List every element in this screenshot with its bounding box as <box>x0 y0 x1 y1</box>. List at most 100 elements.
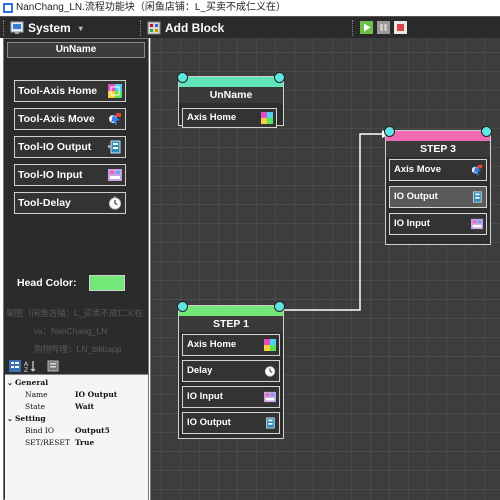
system-icon <box>10 21 24 34</box>
property-row[interactable]: Name IO Output <box>5 389 148 401</box>
delay-icon <box>109 196 121 210</box>
output-port[interactable] <box>481 126 492 137</box>
block-item-label: Axis Home <box>187 112 237 123</box>
block-item-label: Axis Move <box>394 164 441 175</box>
block-item-label: Axis Home <box>187 339 237 350</box>
app-icon <box>3 3 13 13</box>
head-color-picker[interactable] <box>89 275 125 291</box>
chevron-down-icon: ⌄ <box>7 414 13 423</box>
run-icon[interactable] <box>360 21 373 34</box>
output-port[interactable] <box>274 72 285 83</box>
io-input-icon <box>108 169 122 181</box>
block-item-axis-move[interactable]: Axis Move <box>389 159 487 181</box>
io-input-icon <box>264 391 276 403</box>
watermark-text: 架图（闲鱼店铺：L_买卖不成仁义在 <box>6 308 143 318</box>
svg-text:Z: Z <box>24 367 28 372</box>
tool-io-input-button[interactable]: Tool-IO Input <box>14 164 126 186</box>
toolbar-grip[interactable] <box>352 20 354 36</box>
axis-home-icon <box>261 112 273 124</box>
flow-canvas[interactable]: UnName Axis Home STEP 3 Axis Move IO Out… <box>150 38 500 500</box>
stop-icon[interactable] <box>394 21 407 34</box>
tool-label: Tool-Delay <box>18 197 71 209</box>
property-category-setting[interactable]: ⌄ Setting <box>5 413 148 425</box>
io-output-icon <box>473 191 482 203</box>
categorized-view-icon[interactable] <box>9 360 21 372</box>
system-menu[interactable]: System ▾ <box>10 19 83 37</box>
window-title: NanChang_LN.流程功能块（闲鱼店铺：L_买卖不成仁义在） <box>16 2 287 13</box>
pause-icon[interactable] <box>377 21 390 34</box>
block-title: UnName <box>179 87 283 103</box>
category-label: Setting <box>15 414 46 423</box>
flow-block-unname[interactable]: UnName Axis Home <box>177 72 285 128</box>
main-toolbar: System ▾ Add Block <box>0 16 500 38</box>
block-title: STEP 3 <box>386 141 490 157</box>
tool-panel: UnName Tool-Axis Home Tool-Axis Move Too… <box>3 38 149 500</box>
input-port[interactable] <box>384 126 395 137</box>
tool-label: Tool-IO Input <box>18 169 83 181</box>
block-item-io-input[interactable]: IO Input <box>182 386 280 408</box>
block-head <box>179 77 283 87</box>
block-item-label: IO Output <box>394 191 438 202</box>
add-block-label: Add Block <box>165 21 225 35</box>
chevron-down-icon: ▾ <box>78 23 83 33</box>
toolbar-grip[interactable] <box>3 20 5 36</box>
watermark-text: vx：NanChang_LN <box>34 326 108 336</box>
tool-axis-move-button[interactable]: Tool-Axis Move <box>14 108 126 130</box>
block-head <box>386 131 490 141</box>
delay-icon <box>264 366 276 377</box>
output-port[interactable] <box>274 301 285 312</box>
property-value: IO Output <box>75 390 118 399</box>
block-item-axis-home[interactable]: Axis Home <box>182 334 280 356</box>
input-port[interactable] <box>177 72 188 83</box>
axis-home-icon <box>264 339 276 351</box>
tool-io-output-button[interactable]: Tool-IO Output <box>14 136 126 158</box>
add-block-button[interactable]: Add Block <box>147 19 224 37</box>
window-titlebar: NanChang_LN.流程功能块（闲鱼店铺：L_买卖不成仁义在） <box>0 0 500 16</box>
tool-label: Tool-IO Output <box>18 141 92 153</box>
chevron-down-icon: ⌄ <box>7 378 13 387</box>
property-key: Bind IO <box>25 426 55 435</box>
tool-axis-home-button[interactable]: Tool-Axis Home <box>14 80 126 102</box>
tool-label: Tool-Axis Home <box>18 85 98 97</box>
block-item-io-output[interactable]: IO Output <box>389 186 487 208</box>
flow-block-step-3[interactable]: STEP 3 Axis Move IO Output IO Input <box>384 126 492 245</box>
tool-label: Tool-Axis Move <box>18 113 95 125</box>
property-row[interactable]: State Wait <box>5 401 148 413</box>
axis-home-icon <box>108 84 122 98</box>
property-value: Output5 <box>75 426 110 435</box>
block-head <box>179 306 283 316</box>
property-toolbar: A Z <box>7 359 145 373</box>
toolbar-grip[interactable] <box>140 20 142 36</box>
block-item-io-input[interactable]: IO Input <box>389 213 487 235</box>
property-key: State <box>25 402 46 411</box>
io-output-icon <box>108 140 121 154</box>
add-block-icon <box>147 21 161 35</box>
block-title: STEP 1 <box>179 316 283 332</box>
flow-block-step-1[interactable]: STEP 1 Axis Home Delay IO Input IO Outpu… <box>177 301 285 439</box>
block-item-label: IO Output <box>187 417 231 428</box>
io-output-icon <box>266 417 275 429</box>
property-row[interactable]: SET/RESET True <box>5 437 148 449</box>
panel-header: UnName <box>7 42 145 58</box>
property-value: Wait <box>75 402 94 411</box>
property-key: Name <box>25 390 48 399</box>
io-input-icon <box>471 218 483 230</box>
tool-delay-button[interactable]: Tool-Delay <box>14 192 126 214</box>
property-row[interactable]: Bind IO Output5 <box>5 425 148 437</box>
block-item-axis-home[interactable]: Axis Home <box>182 108 277 128</box>
property-grid: ⌄ General Name IO Output State Wait ⌄ Se… <box>5 374 148 500</box>
head-color-label: Head Color: <box>17 277 77 289</box>
watermark-text: 购物哔哩：LN_bilibapp <box>34 344 122 354</box>
block-item-label: IO Input <box>187 391 223 402</box>
block-item-io-output[interactable]: IO Output <box>182 412 280 434</box>
sort-alpha-icon[interactable]: A Z <box>24 360 36 372</box>
property-category-general[interactable]: ⌄ General <box>5 377 148 389</box>
input-port[interactable] <box>177 301 188 312</box>
system-label: System <box>28 21 71 35</box>
block-item-label: Delay <box>187 365 213 376</box>
axis-move-icon <box>109 113 121 125</box>
property-key: SET/RESET <box>25 438 70 447</box>
property-pages-icon[interactable] <box>47 360 59 372</box>
category-label: General <box>15 378 49 387</box>
block-item-delay[interactable]: Delay <box>182 360 280 382</box>
